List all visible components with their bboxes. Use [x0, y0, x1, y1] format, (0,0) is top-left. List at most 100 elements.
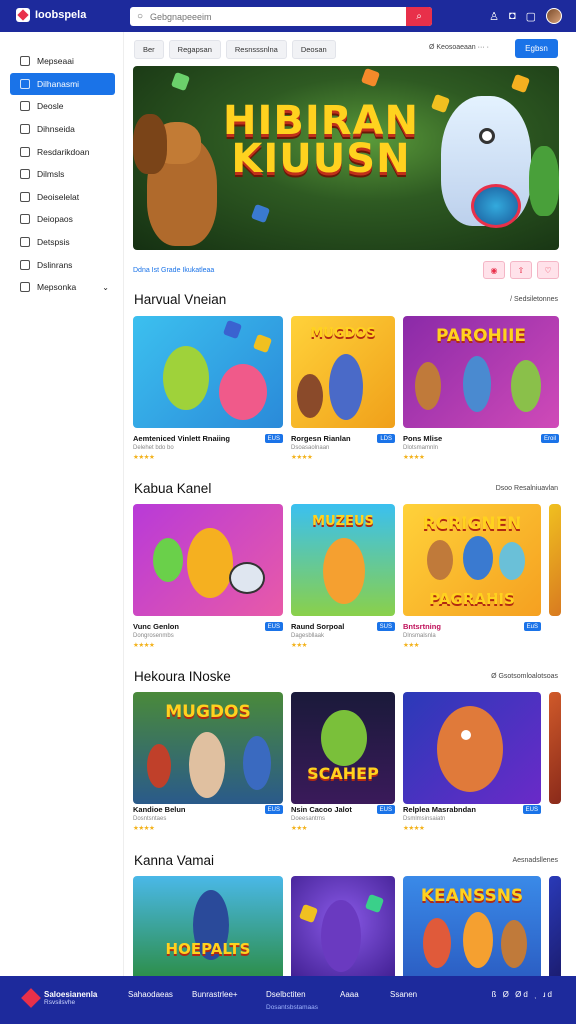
character-art: [499, 542, 525, 580]
see-all-link[interactable]: Dsoo Resalniuavlan: [496, 485, 558, 492]
card-title: Nsin Cacoo Jalot: [291, 805, 352, 814]
menu-icon[interactable]: ▢: [526, 10, 536, 23]
character-art: [321, 900, 361, 972]
see-all-link[interactable]: Ø Gsotsomloalotsoas: [491, 673, 558, 680]
game-thumbnail-partial[interactable]: [549, 876, 561, 976]
sidebar-item-2[interactable]: Deosle: [10, 95, 115, 118]
filter-chip[interactable]: Deosan: [291, 40, 336, 59]
primary-action-button[interactable]: Egbsn: [515, 39, 558, 58]
game-card[interactable]: PAROHIIE Pons Mlise Eroil Dlotsmamnln ★★…: [403, 316, 559, 461]
sidebar-item-label: Resdarikdoan: [37, 146, 90, 157]
search-input[interactable]: [150, 11, 406, 22]
sidebar-item-1[interactable]: Dilhanasmi: [10, 72, 115, 96]
logo-text: Ioobspela: [35, 9, 87, 21]
social-icons[interactable]: ß Ø Ød ͺ ɹd: [492, 990, 554, 999]
sidebar-item-10[interactable]: Mepsonka ⌄: [10, 276, 115, 299]
dice-art: [298, 903, 319, 924]
star-icon: [20, 124, 30, 135]
filter-chip[interactable]: Ber: [134, 40, 164, 59]
list-icon: [20, 169, 30, 180]
sidebar-item-3[interactable]: Dihnseida: [10, 118, 115, 141]
hero-dice: [170, 71, 191, 92]
filter-chip[interactable]: Regapsan: [168, 40, 221, 59]
puzzle-icon: [20, 191, 30, 202]
section-title: Harvual Vneian: [134, 292, 227, 307]
user-icon[interactable]: ♙: [489, 10, 499, 23]
user-avatar[interactable]: [546, 8, 562, 24]
character-art: [187, 528, 233, 598]
card-title: Vunc Genlon: [133, 622, 179, 631]
see-all-link[interactable]: / Sedsiletonnes: [510, 296, 558, 303]
notification-icon[interactable]: ◘: [509, 10, 516, 22]
game-card[interactable]: SCAHEP Nsin Cacoo Jalot EUS Doeesantrns …: [291, 692, 395, 832]
sidebar-item-0[interactable]: Mepseaai: [10, 50, 115, 73]
character-art: [415, 362, 441, 410]
card-badge: EUS: [264, 622, 283, 631]
star-rating: ★★★★: [403, 454, 425, 461]
sort-dropdown[interactable]: Ø Keosoaeaan ··· ·: [429, 44, 489, 51]
sidebar-item-5[interactable]: Dilmsls: [10, 163, 115, 186]
sidebar-item-7[interactable]: Deiopaos: [10, 208, 115, 231]
game-card[interactable]: Vunc Genlon EUS Dongrosenmbs ★★★★: [133, 504, 283, 649]
game-card[interactable]: KEANSSNS: [403, 876, 541, 976]
card-subtitle: Dlnsmalsnla: [403, 633, 436, 639]
sidebar-item-9[interactable]: Dslinrans: [10, 253, 115, 276]
footer-link[interactable]: Ssanen: [390, 990, 417, 999]
footer-logo[interactable]: Saloesianenla Rsvsilsvhe: [21, 988, 97, 1008]
game-thumbnail-partial[interactable]: [549, 692, 561, 804]
game-card[interactable]: Aemteniced Vinlett Rnaiing EUS Delehet b…: [133, 316, 283, 461]
game-thumbnail: HOEPALTS: [133, 876, 283, 976]
top-navigation-bar: Ioobspela ○ ⌕ ♙ ◘ ▢: [0, 0, 576, 32]
star-rating: ★★★★: [133, 454, 155, 461]
character-art: [463, 356, 491, 412]
card-subtitle: Dsoasaolnaan: [291, 445, 330, 451]
dice-art: [364, 893, 385, 914]
section-title: Hekoura INoske: [134, 669, 231, 684]
sidebar-item-6[interactable]: Deoiselelat: [10, 186, 115, 209]
character-art: [147, 744, 171, 788]
logo-mark-icon: [16, 8, 30, 22]
game-card[interactable]: RCRIGNEN PAGRAHIS Bntsrtning EuS Dlnsmal…: [403, 504, 541, 649]
section-title: Kanna Vamai: [134, 853, 215, 868]
share-icon[interactable]: ⇧: [510, 261, 532, 279]
footer-link[interactable]: Aaaa: [340, 990, 359, 999]
sidebar-item-4[interactable]: Resdarikdoan: [10, 140, 115, 163]
game-thumbnail: RCRIGNEN PAGRAHIS: [403, 504, 541, 616]
app-logo[interactable]: Ioobspela: [16, 8, 86, 22]
card-subtitle: Dosntsntaes: [133, 816, 167, 822]
gadget-art: [229, 562, 265, 594]
thumbnail-art-text: MUGDOS: [165, 702, 251, 722]
game-card[interactable]: Relplea Masrabndan EUS Dsmlmsinsaiatn ★★…: [403, 692, 541, 832]
hero-dice: [430, 93, 451, 114]
footer-link[interactable]: Dselbctiten: [266, 990, 306, 999]
character-eye: [461, 730, 471, 740]
game-thumbnail-partial[interactable]: [549, 504, 561, 616]
see-all-link[interactable]: Aesnadsllenes: [512, 857, 558, 864]
sidebar-item-8[interactable]: Detspsis: [10, 231, 115, 254]
chevron-down-icon: ⌄: [102, 282, 109, 292]
game-card[interactable]: MUGDOS Kandioe Belun EUS Dosntsntaes ★★★…: [133, 692, 283, 832]
hero-dice: [510, 73, 531, 94]
heart-icon[interactable]: ♡: [537, 261, 559, 279]
sidebar-item-label: Detspsis: [37, 237, 70, 248]
controller-icon[interactable]: ◉: [483, 261, 505, 279]
tag-icon: [20, 237, 30, 248]
hero-banner[interactable]: HIBIRAN KIUUSN: [133, 66, 559, 250]
game-card[interactable]: HOEPALTS: [133, 876, 283, 976]
card-badge: EUS: [522, 805, 541, 814]
card-subtitle: Delehet bdo bo: [133, 445, 174, 451]
game-card[interactable]: [291, 876, 395, 976]
footer-link[interactable]: Bunrastrlee+: [192, 990, 238, 999]
search-submit-button[interactable]: ⌕: [406, 7, 432, 26]
game-thumbnail: MUGDOS: [133, 692, 283, 804]
dice-art: [222, 319, 243, 340]
card-badge: EUS: [264, 434, 283, 443]
filter-chip[interactable]: Resnsssnlna: [225, 40, 287, 59]
character-art: [511, 360, 541, 412]
footer-link[interactable]: Sahaodaeas: [128, 990, 173, 999]
game-card[interactable]: MUZEUS Raund Sorpoal SUS Dagesbllaak ★★★: [291, 504, 395, 649]
hero-dice: [360, 67, 381, 88]
game-card[interactable]: MUGDOS Rorgesn Rianlan LDS Dsoasaolnaan …: [291, 316, 395, 461]
thumbnail-art-text: KEANSSNS: [420, 886, 524, 906]
star-rating: ★★★★: [133, 825, 155, 832]
